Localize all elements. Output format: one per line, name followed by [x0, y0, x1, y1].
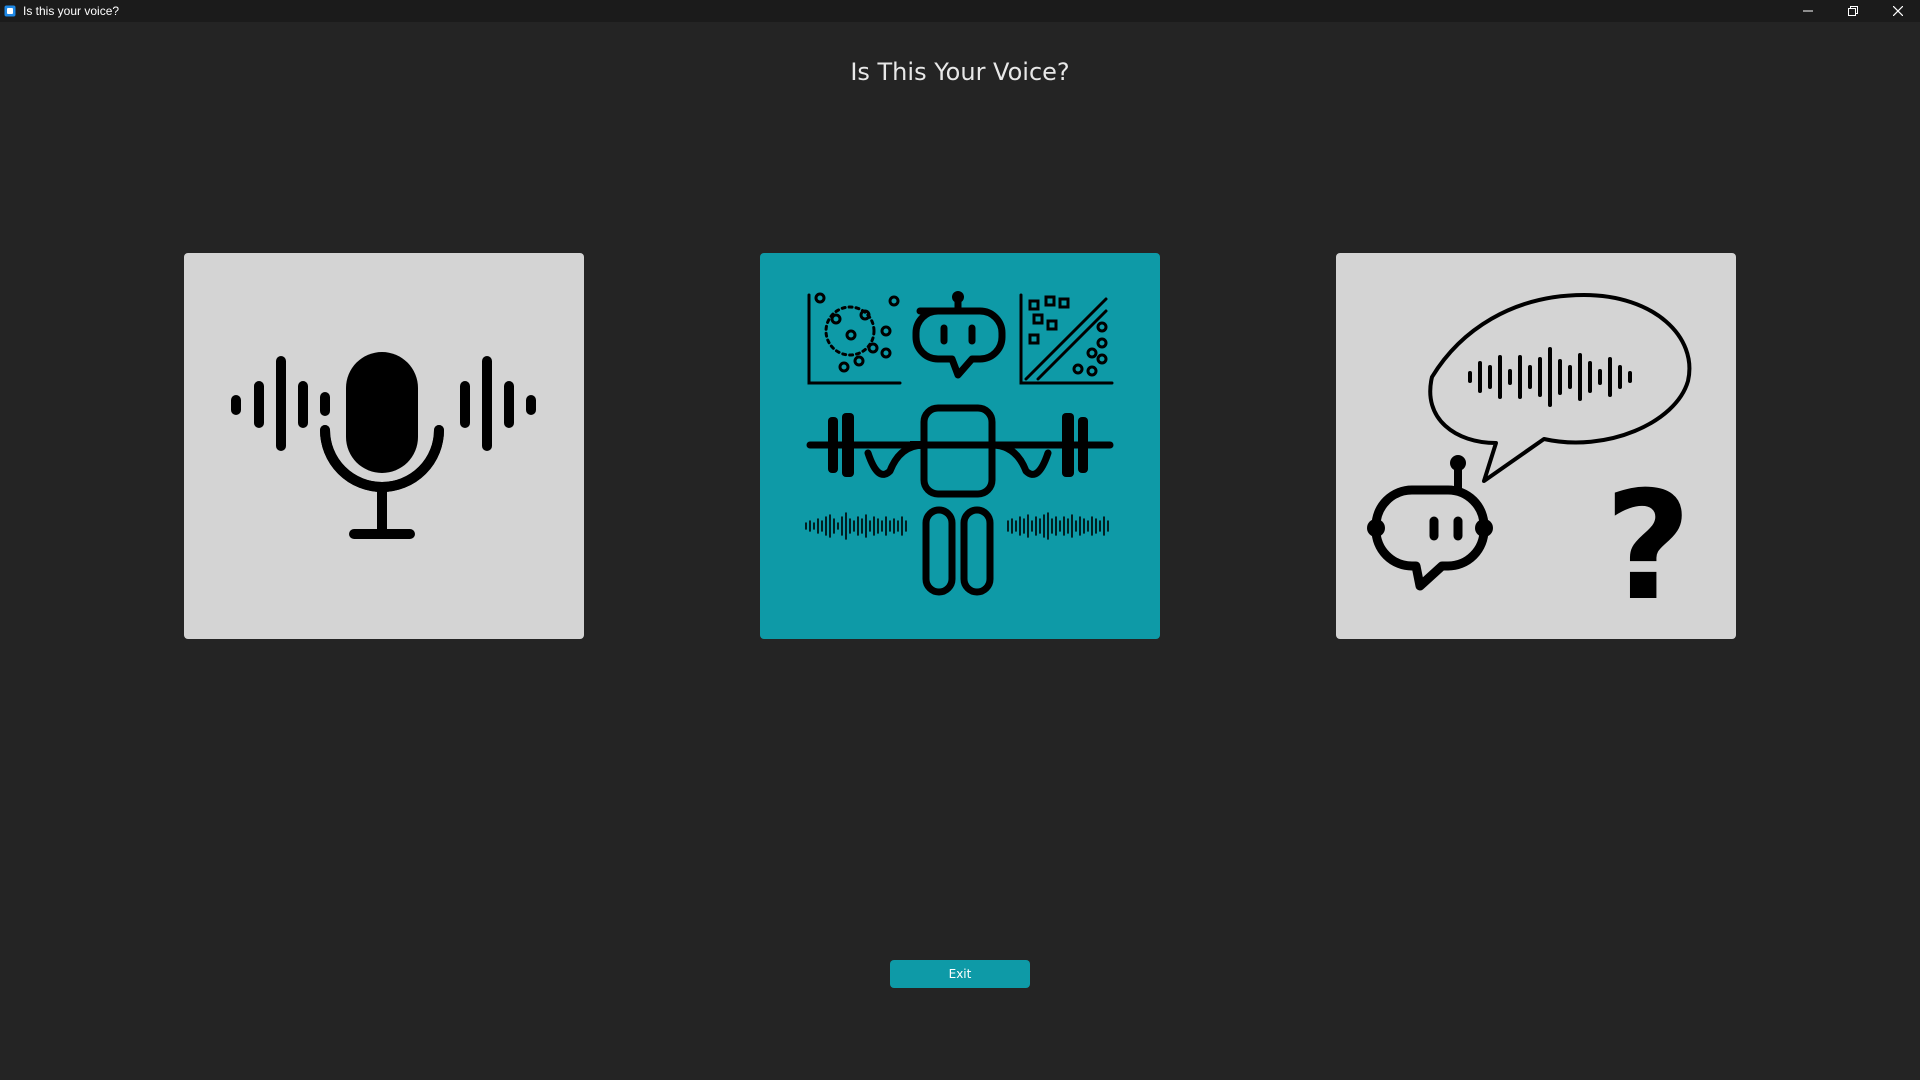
robot-training-icon: [805, 291, 1114, 596]
microphone-soundwave-icon: [231, 352, 536, 539]
restore-icon: [1847, 6, 1858, 16]
window-controls: [1785, 0, 1920, 22]
svg-text:?: ?: [1604, 460, 1691, 634]
app-icon: [3, 4, 17, 18]
exit-button[interactable]: Exit: [890, 960, 1030, 988]
close-button[interactable]: [1875, 0, 1920, 22]
close-icon: [1892, 6, 1903, 16]
option-card-robot-training[interactable]: [760, 253, 1160, 639]
minimize-icon: [1802, 10, 1813, 12]
option-card-microphone[interactable]: [184, 253, 584, 639]
page-title: Is This Your Voice?: [850, 58, 1070, 86]
option-card-robot-question[interactable]: ?: [1336, 253, 1736, 639]
window-titlebar: Is this your voice?: [0, 0, 1920, 22]
restore-button[interactable]: [1830, 0, 1875, 22]
minimize-button[interactable]: [1785, 0, 1830, 22]
window-title: Is this your voice?: [23, 4, 120, 18]
robot-question-icon: ?: [1367, 293, 1692, 634]
